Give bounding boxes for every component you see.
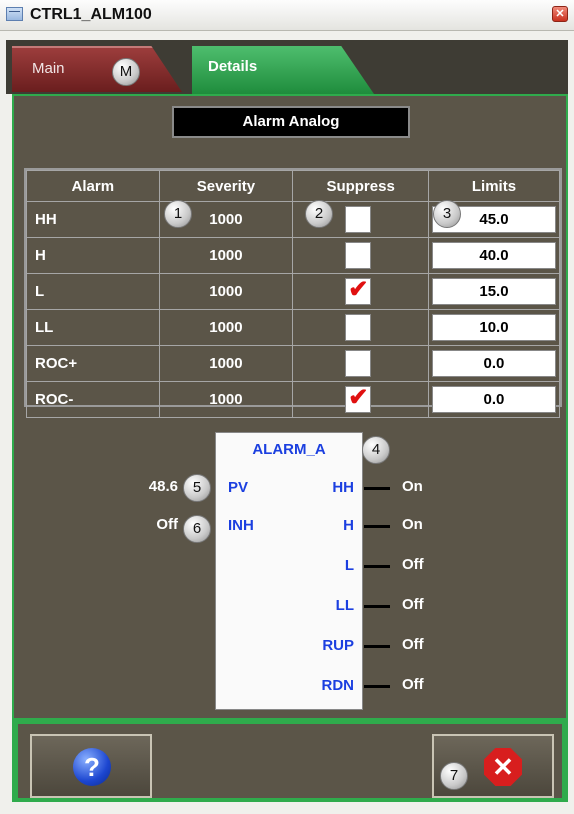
- table-header-row: Alarm Severity Suppress Limits: [26, 170, 561, 202]
- output-pin-h: H: [343, 517, 354, 534]
- input-pin-inh: INH: [228, 517, 254, 534]
- table-row: LL 1000 10.0: [26, 309, 561, 346]
- input-value-pv: 48.6: [148, 478, 178, 495]
- callout-badge-3: 3: [433, 200, 461, 228]
- limit-cell: 10.0: [427, 309, 561, 346]
- input-value-inh: Off: [156, 516, 178, 533]
- output-value-ll: Off: [402, 596, 424, 613]
- table-row: ROC- 1000 ✔ 0.0: [26, 381, 561, 418]
- alarm-table-container: Alarm Severity Suppress Limits HH 1000 45.…: [24, 168, 562, 418]
- checkmark-icon: ✔: [348, 276, 369, 303]
- column-header-limits: Limits: [427, 170, 561, 202]
- limit-cell: 0.0: [427, 345, 561, 382]
- severity-cell: 1000: [158, 345, 294, 382]
- question-icon: ?: [73, 748, 111, 786]
- output-wire-h: [364, 525, 390, 528]
- limit-cell: 15.0: [427, 273, 561, 310]
- table-row: ROC+ 1000 0.0: [26, 345, 561, 382]
- limit-input[interactable]: 0.0: [431, 386, 556, 413]
- limit-input[interactable]: 0.0: [431, 350, 556, 377]
- output-wire-hh: [364, 487, 390, 490]
- limit-input[interactable]: 15.0: [431, 278, 556, 305]
- limit-input[interactable]: 10.0: [431, 314, 556, 341]
- suppress-cell: [292, 237, 429, 274]
- alarm-name-cell: L: [26, 273, 160, 310]
- suppress-cell: ✔: [292, 273, 429, 310]
- alarm-name-cell: HH: [26, 201, 160, 238]
- output-value-h: On: [402, 516, 423, 533]
- column-header-alarm: Alarm: [26, 170, 160, 202]
- output-pin-hh: HH: [332, 479, 354, 496]
- severity-cell: 1000: [158, 273, 294, 310]
- output-value-rup: Off: [402, 636, 424, 653]
- help-button[interactable]: ?: [30, 734, 152, 798]
- output-pin-l: L: [344, 557, 354, 574]
- callout-badge-1: 1: [164, 200, 192, 228]
- callout-badge-m: M: [112, 58, 140, 86]
- output-pin-ll: LL: [335, 597, 354, 614]
- alarm-table: Alarm Severity Suppress Limits HH 1000 45.…: [26, 170, 561, 418]
- suppress-checkbox[interactable]: ✔: [345, 276, 372, 305]
- callout-badge-5: 5: [183, 474, 211, 502]
- table-row: HH 1000 45.0: [26, 201, 561, 238]
- window-close-button[interactable]: ✕: [552, 6, 568, 22]
- alarm-dialog-window: CTRL1_ALM100 ✕ Main Details M Alarm Anal…: [0, 0, 574, 814]
- checkmark-icon: ✔: [348, 384, 369, 411]
- alarm-name-cell: LL: [26, 309, 160, 346]
- stop-x-icon: ✕: [484, 748, 522, 786]
- callout-badge-7: 7: [440, 762, 468, 790]
- table-row: H 1000 40.0: [26, 237, 561, 274]
- limit-input[interactable]: 40.0: [431, 242, 556, 269]
- output-pin-rdn: RDN: [321, 677, 355, 694]
- limit-cell: 40.0: [427, 237, 561, 274]
- output-wire-rdn: [364, 685, 390, 688]
- column-header-suppress: Suppress: [292, 170, 429, 202]
- output-value-rdn: Off: [402, 676, 424, 693]
- output-value-l: Off: [402, 556, 424, 573]
- tab-details-label: Details: [208, 58, 258, 75]
- function-block-name: ALARM_A: [252, 441, 326, 458]
- severity-cell: 1000: [158, 237, 294, 274]
- output-wire-ll: [364, 605, 390, 608]
- alarm-name-cell: ROC+: [26, 345, 160, 382]
- output-pin-rup: RUP: [322, 637, 354, 654]
- tab-main-label: Main: [32, 60, 65, 77]
- window-title: CTRL1_ALM100: [30, 6, 152, 23]
- suppress-checkbox[interactable]: ✔: [345, 384, 372, 413]
- severity-cell: 1000: [158, 309, 294, 346]
- suppress-cell: [292, 309, 429, 346]
- alarm-function-block: ALARM_A PV INH HH H L LL RUP RDN: [215, 432, 363, 710]
- callout-badge-2: 2: [305, 200, 333, 228]
- section-heading: Alarm Analog: [172, 106, 410, 138]
- callout-badge-6: 6: [183, 515, 211, 543]
- output-wire-rup: [364, 645, 390, 648]
- severity-cell: 1000: [158, 381, 294, 418]
- suppress-checkbox[interactable]: [345, 242, 372, 269]
- output-value-hh: On: [402, 478, 423, 495]
- window-icon: [6, 7, 23, 21]
- callout-badge-4: 4: [362, 436, 390, 464]
- suppress-checkbox[interactable]: [345, 206, 372, 233]
- input-pin-pv: PV: [228, 479, 249, 496]
- alarm-name-cell: H: [26, 237, 160, 274]
- title-bar: CTRL1_ALM100 ✕: [0, 0, 574, 31]
- table-row: L 1000 ✔ 15.0: [26, 273, 561, 310]
- output-wire-l: [364, 565, 390, 568]
- suppress-cell: ✔: [292, 381, 429, 418]
- suppress-checkbox[interactable]: [345, 350, 372, 377]
- limit-cell: 0.0: [427, 381, 561, 418]
- alarm-name-cell: ROC-: [26, 381, 160, 418]
- suppress-cell: [292, 345, 429, 382]
- suppress-checkbox[interactable]: [345, 314, 372, 341]
- column-header-severity: Severity: [158, 170, 294, 202]
